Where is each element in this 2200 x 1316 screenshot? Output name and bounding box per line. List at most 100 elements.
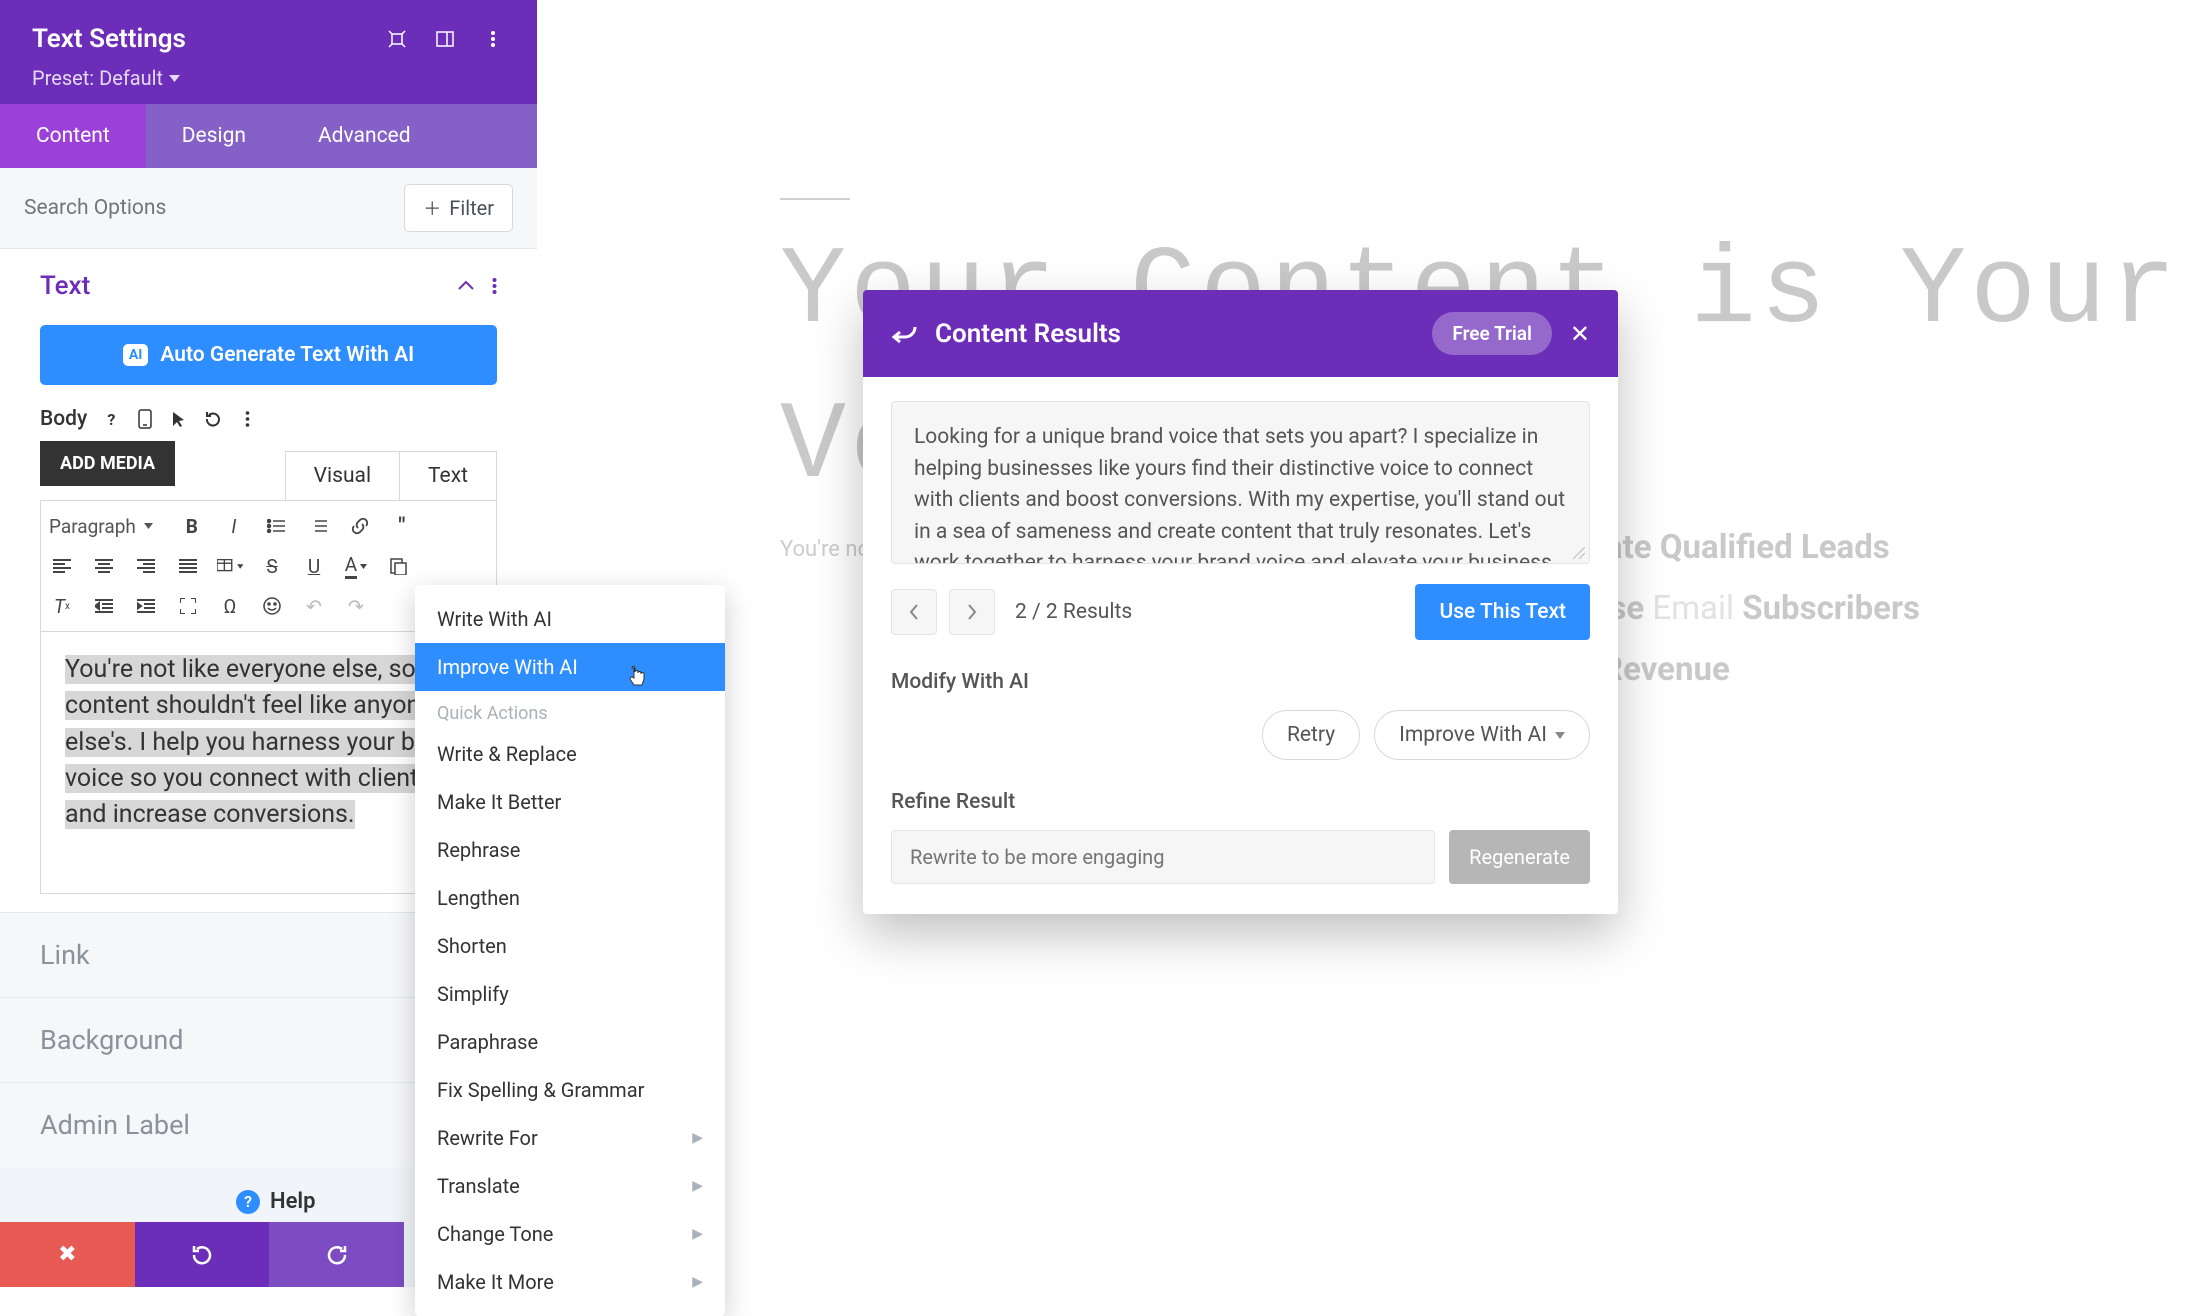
tab-content[interactable]: Content	[0, 104, 146, 168]
redo-icon[interactable]: ↷	[343, 593, 369, 619]
ctx-rewrite-for[interactable]: Rewrite For▶	[415, 1114, 725, 1162]
footer-undo-button[interactable]	[135, 1222, 270, 1287]
body-label: Body	[40, 407, 87, 431]
modal-close-icon[interactable]: ✕	[1570, 320, 1590, 348]
search-input[interactable]	[24, 196, 404, 220]
italic-icon[interactable]: I	[221, 513, 247, 539]
more-icon[interactable]	[481, 27, 505, 51]
outdent-icon[interactable]	[91, 593, 117, 619]
settings-tabs: Content Design Advanced	[0, 104, 537, 168]
modal-title: Content Results	[935, 319, 1121, 349]
dock-icon[interactable]	[433, 27, 457, 51]
close-button[interactable]: ✖	[0, 1222, 135, 1287]
free-trial-badge[interactable]: Free Trial	[1432, 312, 1552, 355]
section-more-icon[interactable]	[492, 277, 497, 295]
preset-label: Preset: Default	[32, 66, 163, 90]
ctx-lengthen[interactable]: Lengthen	[415, 874, 725, 922]
ctx-fix-spelling[interactable]: Fix Spelling & Grammar	[415, 1066, 725, 1114]
tab-design[interactable]: Design	[146, 104, 282, 168]
tab-advanced[interactable]: Advanced	[282, 104, 447, 168]
ctx-improve-with-ai[interactable]: Improve With AI	[415, 643, 725, 691]
filter-button[interactable]: ＋ Filter	[404, 184, 513, 232]
ctx-paraphrase[interactable]: Paraphrase	[415, 1018, 725, 1066]
ai-button-label: Auto Generate Text With AI	[160, 343, 414, 367]
ctx-rephrase[interactable]: Rephrase	[415, 826, 725, 874]
sidebar-footer: ✖	[0, 1222, 404, 1287]
search-row: ＋ Filter	[0, 168, 537, 249]
emoji-icon[interactable]	[259, 593, 285, 619]
ctx-make-it-more[interactable]: Make It More▶	[415, 1258, 725, 1306]
sidebar-header: Text Settings Preset: Default	[0, 0, 537, 104]
back-icon[interactable]	[891, 323, 917, 345]
regenerate-button[interactable]: Regenerate	[1449, 830, 1590, 884]
filter-label: Filter	[449, 196, 494, 220]
strikethrough-icon[interactable]: S	[259, 553, 285, 579]
text-color-icon[interactable]: A	[343, 553, 369, 579]
page-canvas: Your Content is Your Voice. You're not l…	[540, 0, 2200, 1287]
undo-icon[interactable]: ↶	[301, 593, 327, 619]
footer-redo-button[interactable]	[269, 1222, 404, 1287]
ai-badge-icon: AI	[123, 344, 149, 366]
bold-icon[interactable]: B	[179, 513, 205, 539]
collapse-icon[interactable]	[458, 281, 474, 291]
number-list-icon[interactable]	[305, 513, 331, 539]
fullscreen-icon[interactable]	[175, 593, 201, 619]
bullet-list-icon[interactable]	[263, 513, 289, 539]
help-icon[interactable]: ?	[101, 409, 121, 429]
content-results-modal: Content Results Free Trial ✕ Looking for…	[863, 290, 1618, 914]
align-right-icon[interactable]	[133, 553, 159, 579]
link-icon[interactable]	[347, 513, 373, 539]
table-icon[interactable]	[217, 553, 243, 579]
improve-with-ai-dropdown[interactable]: Improve With AI	[1374, 710, 1590, 760]
ctx-quick-label: Quick Actions	[415, 691, 725, 730]
cursor-pointer-icon	[628, 666, 646, 688]
ctx-write-replace[interactable]: Write & Replace	[415, 730, 725, 778]
prev-result-button[interactable]	[891, 589, 937, 635]
reset-icon[interactable]	[203, 409, 223, 429]
ctx-translate[interactable]: Translate▶	[415, 1162, 725, 1210]
special-char-icon[interactable]: Ω	[217, 593, 243, 619]
align-center-icon[interactable]	[91, 553, 117, 579]
refine-input[interactable]	[891, 830, 1435, 884]
ctx-simplify[interactable]: Simplify	[415, 970, 725, 1018]
ctx-make-better[interactable]: Make It Better	[415, 778, 725, 826]
result-textarea[interactable]: Looking for a unique brand voice that se…	[891, 401, 1590, 564]
tab-text[interactable]: Text	[399, 452, 496, 500]
resize-handle-icon[interactable]	[1571, 545, 1585, 559]
hover-icon[interactable]	[169, 409, 189, 429]
text-section-title: Text	[40, 271, 90, 301]
ctx-write-with-ai[interactable]: Write With AI	[415, 595, 725, 643]
retry-button[interactable]: Retry	[1262, 710, 1360, 760]
result-text: Looking for a unique brand voice that se…	[914, 425, 1565, 564]
ctx-shorten[interactable]: Shorten	[415, 922, 725, 970]
results-count: 2 / 2 Results	[1015, 600, 1132, 624]
quote-icon[interactable]: "	[389, 513, 415, 539]
underline-icon[interactable]: U	[301, 553, 327, 579]
editor-content: You're not like everyone else, so your c…	[65, 652, 472, 833]
indent-icon[interactable]	[133, 593, 159, 619]
hero-divider	[780, 198, 850, 200]
use-this-text-button[interactable]: Use This Text	[1415, 584, 1590, 640]
paste-icon[interactable]	[385, 553, 411, 579]
clear-format-icon[interactable]: Tx	[49, 593, 75, 619]
modify-label: Modify With AI	[891, 670, 1590, 694]
align-justify-icon[interactable]	[175, 553, 201, 579]
ai-context-menu: Write With AI Improve With AI Quick Acti…	[415, 585, 725, 1316]
tab-visual[interactable]: Visual	[286, 452, 399, 500]
body-more-icon[interactable]	[237, 409, 257, 429]
auto-generate-ai-button[interactable]: AI Auto Generate Text With AI	[40, 325, 497, 385]
ctx-change-tone[interactable]: Change Tone▶	[415, 1210, 725, 1258]
help-label: Help	[270, 1189, 316, 1214]
phone-icon[interactable]	[135, 409, 155, 429]
paragraph-dropdown[interactable]: Paragraph	[49, 515, 163, 538]
panel-title: Text Settings	[32, 24, 186, 54]
editor-mode-tabs: Visual Text	[285, 451, 497, 501]
help-badge-icon: ?	[236, 1190, 260, 1214]
add-media-button[interactable]: ADD MEDIA	[40, 441, 175, 486]
next-result-button[interactable]	[949, 589, 995, 635]
expand-icon[interactable]	[385, 27, 409, 51]
align-left-icon[interactable]	[49, 553, 75, 579]
preset-dropdown[interactable]: Preset: Default	[32, 66, 505, 90]
improve-label: Improve With AI	[1399, 723, 1547, 747]
modal-header: Content Results Free Trial ✕	[863, 290, 1618, 377]
